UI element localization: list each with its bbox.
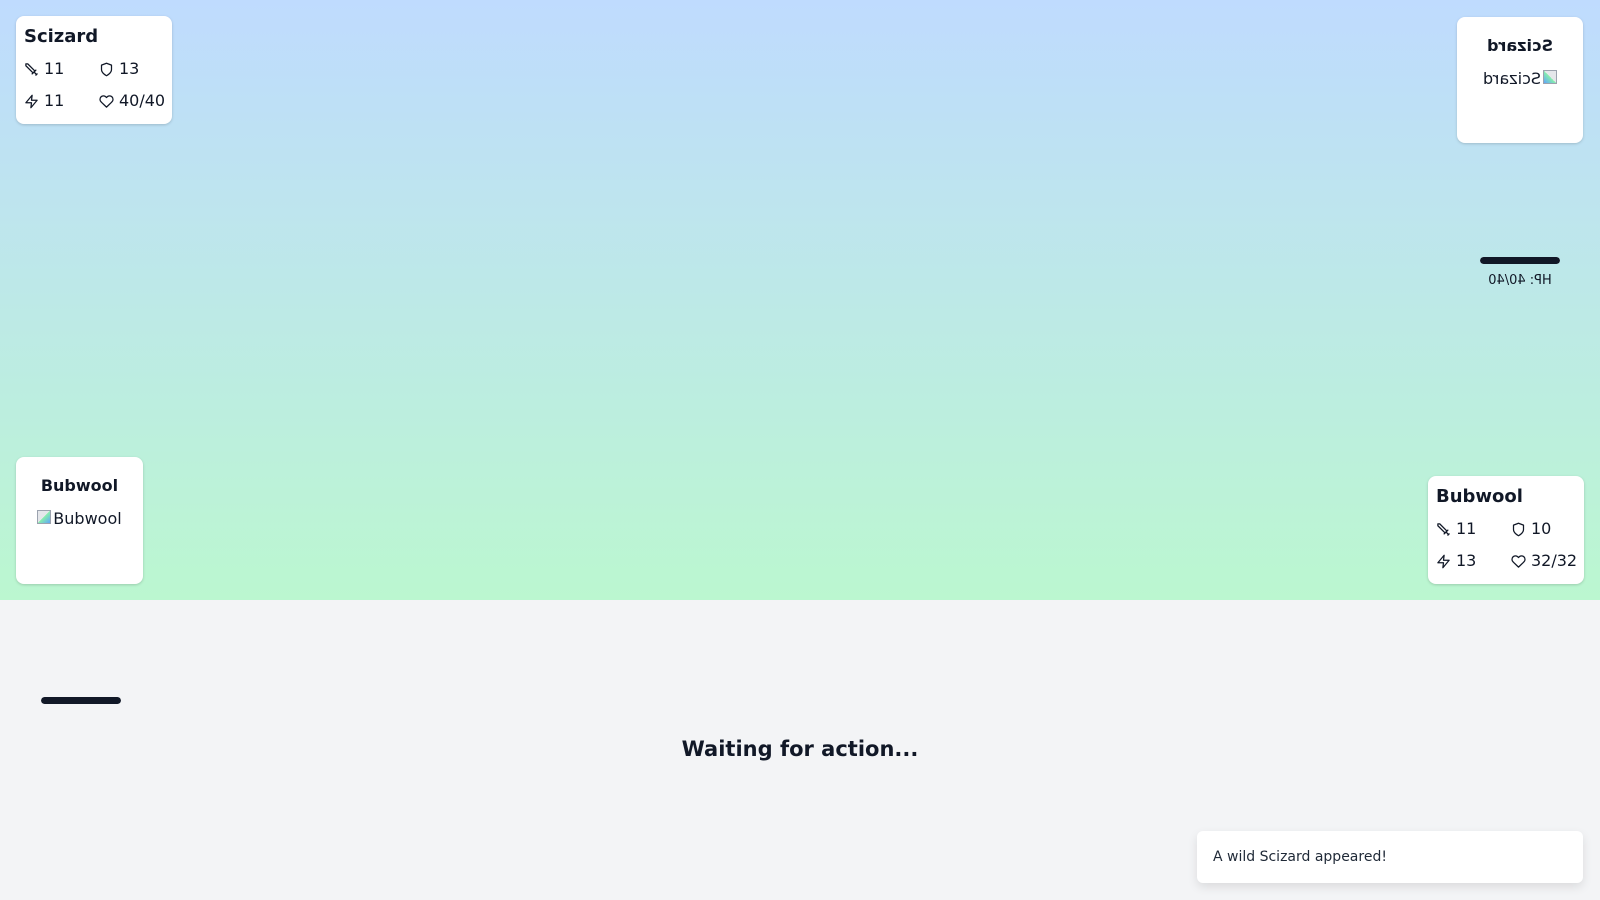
player-hp-value: 32/32 xyxy=(1531,551,1578,570)
player-speed-value: 13 xyxy=(1456,551,1477,570)
player-speed-stat: 13 xyxy=(1436,550,1511,572)
player-defense-stat: 10 xyxy=(1511,518,1577,540)
opponent-defense-stat: 13 xyxy=(99,58,165,80)
player-name: Bubwool xyxy=(1436,486,1523,507)
player-sprite-alt: Bubwool xyxy=(53,509,122,528)
player-hp-bar xyxy=(41,697,121,704)
opponent-hp-stat: 40/40 xyxy=(99,90,165,112)
opponent-hp-value: 40/40 xyxy=(119,91,166,110)
opponent-attack-value: 11 xyxy=(44,59,65,78)
opponent-sprite-name: Scizard xyxy=(1487,36,1553,55)
opponent-hp-display: HP: 40/40 xyxy=(1470,257,1570,289)
opponent-sprite-card[interactable]: Scizard Scizard xyxy=(1457,17,1583,143)
opponent-speed-stat: 11 xyxy=(24,90,99,112)
shield-icon xyxy=(1512,522,1525,536)
lightning-icon xyxy=(1437,554,1450,568)
opponent-attack-stat: 11 xyxy=(24,58,99,80)
player-hp-bar-fill xyxy=(41,697,121,704)
broken-image-icon xyxy=(37,510,52,524)
opponent-sprite-alt: Scizard xyxy=(1482,69,1542,88)
opponent-name: Scizard xyxy=(24,26,99,47)
opponent-hp-bar xyxy=(1480,257,1560,264)
player-hp-display xyxy=(41,697,121,704)
player-stats-card: Bubwool 11 10 13 32/32 xyxy=(1428,476,1584,584)
broken-image-icon xyxy=(1543,70,1558,84)
opponent-hp-text: HP: 40/40 xyxy=(1488,273,1552,288)
notification-toast[interactable]: A wild Scizard appeared! xyxy=(1197,831,1583,883)
battle-status-text: Waiting for action... xyxy=(681,737,919,761)
shield-icon xyxy=(100,62,113,76)
opponent-sprite-image: Scizard xyxy=(1482,69,1558,89)
player-sprite-name: Bubwool xyxy=(40,476,119,495)
heart-icon xyxy=(1511,554,1526,568)
toast-message: A wild Scizard appeared! xyxy=(1213,849,1387,865)
heart-icon xyxy=(99,94,114,108)
player-attack-value: 11 xyxy=(1456,519,1477,538)
sword-icon xyxy=(1437,522,1450,536)
battle-arena: Scizard 11 13 11 40/40 Scizard Scizard H… xyxy=(0,0,1600,600)
opponent-speed-value: 11 xyxy=(44,91,65,110)
sword-icon xyxy=(25,62,38,76)
player-defense-value: 10 xyxy=(1531,519,1552,538)
opponent-defense-value: 13 xyxy=(119,59,140,78)
player-sprite-card[interactable]: Bubwool Bubwool xyxy=(16,457,143,584)
player-sprite-image: Bubwool xyxy=(37,509,122,529)
opponent-hp-bar-fill xyxy=(1480,257,1560,264)
player-attack-stat: 11 xyxy=(1436,518,1511,540)
player-hp-stat: 32/32 xyxy=(1511,550,1577,572)
lightning-icon xyxy=(25,94,38,108)
opponent-stats-card: Scizard 11 13 11 40/40 xyxy=(16,16,172,124)
